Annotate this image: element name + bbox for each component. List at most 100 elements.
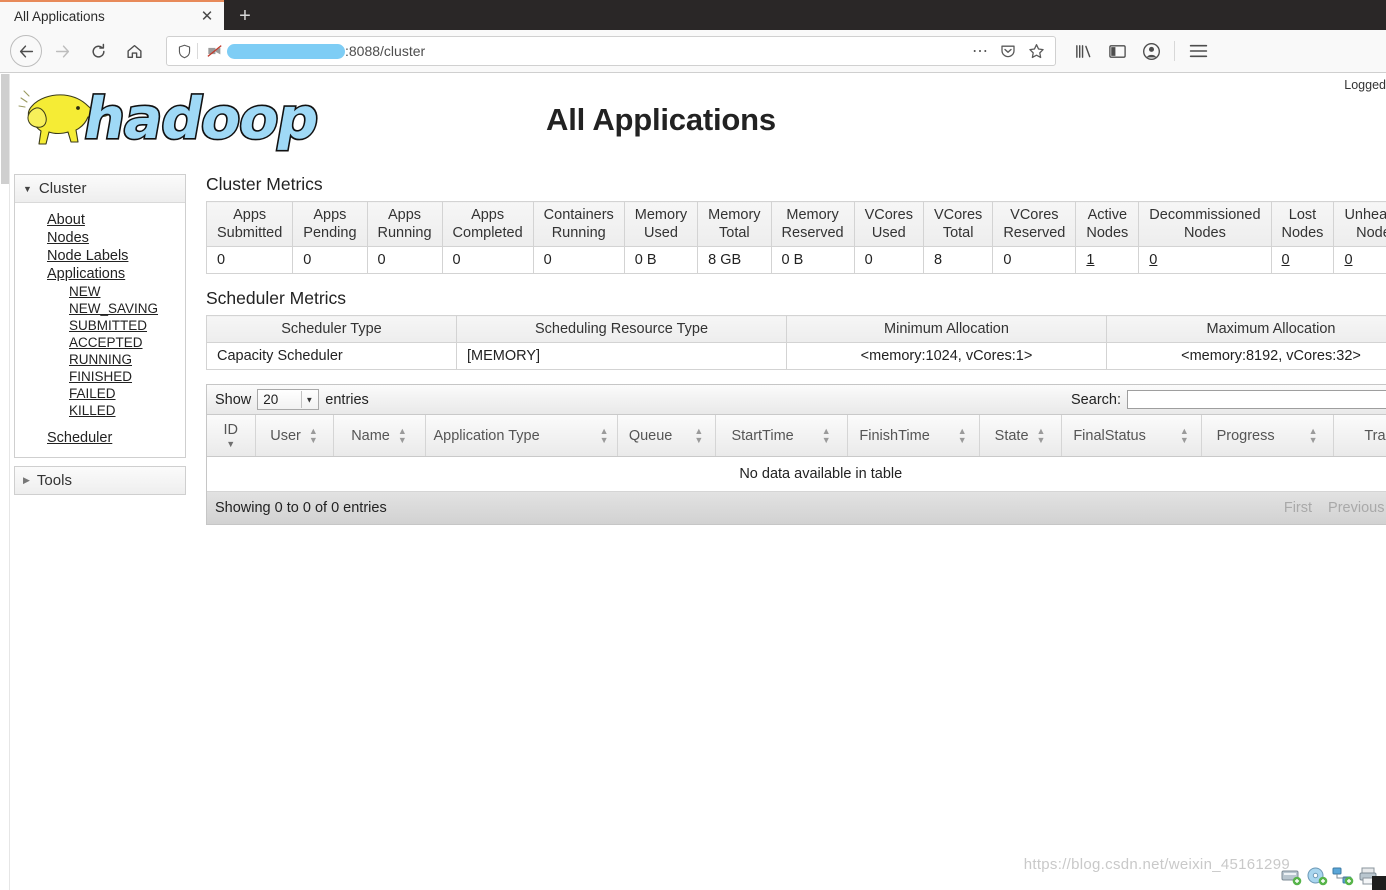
col-line2: Reserved (781, 225, 844, 242)
reload-icon[interactable] (82, 35, 114, 67)
tools-panel[interactable]: ▶ Tools (14, 466, 186, 495)
cluster-metrics-header-row: Apps Submitted Apps Pending Apps Running Ap… (205, 200, 1386, 248)
val-vcores-reserved: 0 (992, 246, 1077, 275)
col-name[interactable]: Name ▲ ▼ (333, 415, 426, 458)
col-line1: Apps (471, 207, 505, 223)
col-id[interactable]: ID ▼ (207, 415, 256, 458)
home-icon[interactable] (118, 35, 150, 67)
val-scheduler-type: Capacity Scheduler (206, 342, 457, 371)
col-line2: Pending (303, 225, 357, 242)
col-scheduling-resource-type: Scheduling Resource Type (456, 315, 787, 344)
page-previous-button[interactable]: Previous (1320, 500, 1386, 516)
col-finishtime[interactable]: FinishTime ▲ ▼ (847, 415, 980, 458)
col-unhealthy-nodes: Unhealthy Nodes (1333, 200, 1386, 248)
network-icon[interactable] (1332, 866, 1354, 886)
close-icon[interactable]: ✕ (198, 7, 216, 25)
cluster-metrics-table: Apps Submitted Apps Pending Apps Running Ap… (205, 200, 1386, 275)
library-icon[interactable] (1068, 36, 1098, 66)
page-title: All Applications (0, 102, 1386, 138)
col-application-type[interactable]: Application Type ▲ ▼ (425, 415, 618, 458)
sidebar-item-new[interactable]: NEW (15, 283, 185, 300)
sidebar-item-running[interactable]: RUNNING (15, 351, 185, 368)
lost-nodes-link[interactable]: 0 (1282, 252, 1290, 268)
sort-neutral-icon: ▲ ▼ (957, 425, 967, 445)
unhealthy-nodes-link[interactable]: 0 (1344, 252, 1352, 268)
col-state-inner: State ▲ ▼ (995, 426, 1046, 445)
forward-arrow-icon[interactable] (46, 35, 78, 67)
val-apps-pending: 0 (292, 246, 368, 275)
col-id-inner: ID ▼ (224, 422, 239, 449)
col-apps-running: Apps Running (366, 200, 443, 248)
entries-label: entries (325, 391, 369, 408)
hamburger-menu-icon[interactable] (1183, 36, 1213, 66)
col-line1: VCores (933, 207, 983, 223)
disk-icon[interactable] (1280, 866, 1302, 886)
tab-strip: All Applications ✕ + (0, 0, 1386, 30)
sidebar-item-applications[interactable]: Applications (15, 265, 185, 283)
tools-panel-header[interactable]: ▶ Tools (15, 467, 185, 494)
col-line2: Submitted (217, 225, 283, 242)
empty-message: No data available in table (207, 456, 1386, 493)
back-arrow-icon[interactable] (10, 35, 42, 67)
search-input[interactable] (1127, 390, 1386, 410)
col-line1: Apps (313, 207, 347, 223)
sidebar-item-finished[interactable]: FINISHED (15, 368, 185, 385)
ellipsis-icon[interactable]: ⋯ (967, 38, 993, 64)
col-starttime[interactable]: StartTime ▲ ▼ (715, 415, 848, 458)
col-vcores-total: VCores Total (922, 200, 994, 248)
col-finalstatus[interactable]: FinalStatus ▲ ▼ (1061, 415, 1202, 458)
sidebar-item-new-saving[interactable]: NEW_SAVING (15, 300, 185, 317)
address-bar[interactable]: :8088/cluster ⋯ (166, 36, 1056, 66)
col-user[interactable]: User ▲ ▼ (255, 415, 334, 458)
logged-in-label: Logged (1344, 78, 1386, 92)
page-first-button[interactable]: First (1276, 500, 1320, 516)
sidebar-item-about[interactable]: About (15, 211, 185, 229)
col-state[interactable]: State ▲ ▼ (979, 415, 1062, 458)
cluster-panel-header[interactable]: ▼ Cluster (15, 175, 185, 203)
browser-tab[interactable]: All Applications ✕ (0, 0, 224, 30)
col-line2: Nodes (1356, 225, 1386, 242)
sidebar-item-failed[interactable]: FAILED (15, 385, 185, 402)
sidebar-item-nodes[interactable]: Nodes (15, 229, 185, 247)
cd-icon[interactable] (1306, 866, 1328, 886)
col-tracking-ui[interactable]: Tracki (1333, 415, 1386, 458)
col-apps-completed: Apps Completed (441, 200, 534, 248)
account-icon[interactable] (1136, 36, 1166, 66)
caret-right-icon: ▶ (23, 475, 30, 485)
sort-neutral-icon: ▲ ▼ (1308, 425, 1318, 445)
col-finalstatus-inner: FinalStatus ▲ ▼ (1073, 426, 1188, 445)
active-nodes-link[interactable]: 1 (1086, 252, 1094, 268)
star-icon[interactable] (1023, 38, 1049, 64)
col-containers-running: Containers Running (532, 200, 625, 248)
page-length-control: Show 20 50 100 ▼ entries (215, 389, 369, 411)
new-tab-button[interactable]: + (228, 2, 262, 30)
sidebar-item-node-labels[interactable]: Node Labels (15, 247, 185, 265)
val-minimum-allocation: <memory:1024, vCores:1> (786, 342, 1107, 371)
col-queue[interactable]: Queue ▲ ▼ (617, 415, 716, 458)
shield-icon[interactable] (173, 44, 195, 59)
sidebar-icon[interactable] (1102, 36, 1132, 66)
corner-filler (1372, 876, 1386, 890)
col-minimum-allocation: Minimum Allocation (786, 315, 1107, 344)
sort-neutral-icon: ▲ ▼ (694, 425, 704, 445)
val-apps-submitted: 0 (205, 246, 294, 275)
pagination: First Previous Ne (1276, 500, 1386, 516)
col-line1: Memory (786, 207, 839, 223)
decommissioned-nodes-link[interactable]: 0 (1149, 252, 1157, 268)
main-content: Cluster Metrics Apps Submitted Apps Pendin… (205, 174, 1386, 526)
col-name-inner: Name ▲ ▼ (351, 426, 407, 445)
sidebar-item-accepted[interactable]: ACCEPTED (15, 334, 185, 351)
col-vcores-used: VCores Used (853, 200, 924, 248)
page-length-select[interactable]: 20 50 100 (257, 389, 320, 411)
val-memory-used: 0 B (623, 246, 699, 275)
sidebar-item-submitted[interactable]: SUBMITTED (15, 317, 185, 334)
col-line1: VCores (864, 207, 913, 223)
col-lost-nodes: Lost Nodes (1270, 200, 1335, 248)
sidebar-item-killed[interactable]: KILLED (15, 402, 185, 419)
pocket-icon[interactable] (995, 38, 1021, 64)
sidebar-item-scheduler[interactable]: Scheduler (15, 429, 185, 447)
col-progress[interactable]: Progress ▲ ▼ (1201, 415, 1334, 458)
tab-title: All Applications (14, 8, 105, 24)
camera-blocked-icon[interactable] (205, 44, 225, 58)
page-scrollbar[interactable] (0, 74, 10, 890)
